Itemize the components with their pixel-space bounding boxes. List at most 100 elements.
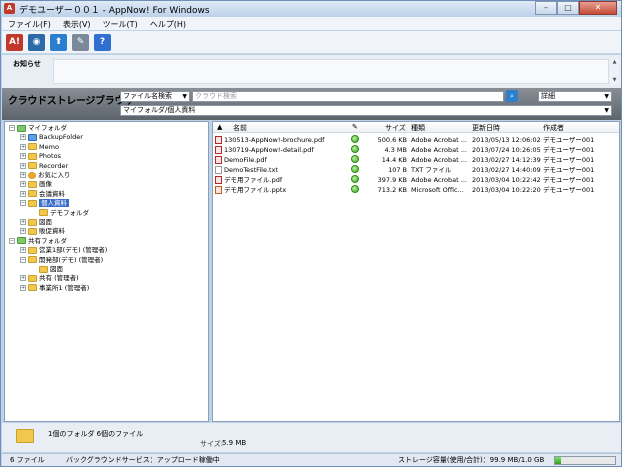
folder-icon — [28, 199, 37, 207]
expand-toggle-icon[interactable]: + — [20, 162, 26, 169]
tree-item[interactable]: + お気に入り — [20, 171, 71, 180]
tree-item-label: 会議資料 — [39, 189, 65, 198]
sync-ok-icon — [351, 165, 359, 173]
file-row[interactable]: 130719-AppNow!-detail.pdf 4.3 MB Adobe Acr… — [213, 145, 619, 155]
col-type[interactable]: 種類 — [411, 123, 425, 133]
file-name-cell: デモ用ファイル.pptx — [215, 185, 345, 195]
folder-icon — [28, 218, 37, 226]
file-row[interactable]: 130513-AppNow!-brochure.pdf 500.6 KB Adobe… — [213, 135, 619, 145]
file-type: Adobe Acrobat ... — [411, 156, 467, 164]
folder-icon — [28, 152, 37, 160]
folder-tree[interactable]: − マイフォルダ + BackupFolder + Memo + Photos + Recorde… — [4, 121, 209, 422]
tree-item-label: デモフォルダ — [50, 208, 89, 217]
maximize-button[interactable]: □ — [557, 1, 579, 15]
tree-item[interactable]: − 共有フォルダ — [9, 237, 67, 246]
path-select[interactable]: マイフォルダ/個人資料 ▼ — [120, 105, 612, 116]
tree-item[interactable]: + 共有 (管理者) — [20, 274, 79, 283]
expand-toggle-icon[interactable]: + — [20, 284, 26, 291]
tree-item[interactable]: 図面 — [31, 265, 63, 274]
tree-item[interactable]: + 営業1部(デモ) (管理者) — [20, 246, 107, 255]
arrow-up-icon[interactable]: ⬆ — [50, 34, 67, 51]
sync-ok-icon — [351, 185, 359, 193]
folder-icon — [17, 237, 26, 245]
file-list[interactable]: ▲ 名前 ✎ サイズ 種類 更新日時 作成者 130513-AppNow!-br… — [212, 121, 620, 422]
file-row[interactable]: DemoFile.pdf 14.4 KB Adobe Acrobat ... 2013… — [213, 155, 619, 165]
col-name[interactable]: 名前 — [233, 123, 247, 133]
tree-item[interactable]: + 画像 — [20, 180, 52, 189]
tree-item-label: 図面 — [50, 265, 63, 273]
tree-item[interactable]: + Photos — [20, 152, 61, 161]
expand-toggle-icon[interactable]: − — [20, 256, 26, 263]
sync-ok-icon — [351, 175, 359, 183]
info-panel: 1個のフォルダ 6個のファイル サイズ: 5.9 MB — [2, 423, 621, 452]
tools-icon[interactable]: ✎ — [72, 34, 89, 51]
search-type-select[interactable]: ファイル名検索 ▼ — [120, 91, 190, 102]
expand-toggle-icon[interactable]: + — [20, 172, 26, 178]
menu-bar: ファイル(F) 表示(V) ツール(T) ヘルプ(H) — [2, 17, 621, 30]
expand-toggle-icon[interactable]: + — [20, 143, 26, 150]
expand-toggle-icon[interactable]: + — [20, 219, 26, 225]
file-type: Adobe Acrobat ... — [411, 176, 467, 184]
tree-item[interactable]: − マイフォルダ — [9, 124, 67, 133]
file-name: デモ用ファイル.pdf — [224, 176, 283, 184]
col-size[interactable]: サイズ — [385, 123, 406, 133]
folder-icon — [16, 429, 34, 443]
search-input[interactable]: クラウド検索 — [192, 91, 504, 102]
tree-item[interactable]: + 販促資料 — [20, 227, 65, 236]
expand-toggle-icon[interactable]: + — [20, 275, 26, 282]
tree-item[interactable]: デモフォルダ — [31, 209, 89, 218]
path-value: マイフォルダ/個人資料 — [123, 106, 196, 114]
tree-item[interactable]: + 図面 — [20, 218, 52, 227]
pptx-file-icon — [215, 186, 222, 194]
sync-status-icon: ✎ — [352, 123, 358, 131]
col-modified[interactable]: 更新日時 — [472, 123, 500, 133]
toolbar: A! ◉ ⬆ ✎? — [2, 31, 621, 54]
tree-item[interactable]: + BackupFolder — [20, 133, 83, 142]
file-size: 500.6 KB — [377, 136, 407, 144]
file-type: Adobe Acrobat ... — [411, 136, 467, 144]
file-modified: 2013/07/24 10:26:05 — [472, 146, 541, 154]
file-row[interactable]: DemoTestFile.txt 107 B TXT ファイル 2013/02/27 … — [213, 165, 619, 175]
expand-toggle-icon[interactable]: − — [9, 237, 15, 244]
tree-item[interactable]: + Memo — [20, 143, 59, 152]
globe-icon[interactable]: ◉ — [28, 34, 45, 51]
list-header: ▲ 名前 ✎ サイズ 種類 更新日時 作成者 — [213, 122, 619, 133]
file-row[interactable]: デモ用ファイル.pdf 397.9 KB Adobe Acrobat ... 2013… — [213, 175, 619, 185]
file-name-cell: DemoFile.pdf — [215, 155, 345, 165]
tree-item[interactable]: + Recorder — [20, 162, 68, 171]
folder-icon — [28, 274, 37, 282]
col-creator[interactable]: 作成者 — [543, 123, 564, 133]
view-mode-select[interactable]: 詳細 ▼ — [538, 91, 612, 102]
close-button[interactable]: ✕ — [579, 1, 617, 15]
expand-toggle-icon[interactable]: + — [20, 247, 26, 254]
menu-view[interactable]: 表示(V) — [57, 17, 97, 30]
expand-toggle-icon[interactable]: + — [20, 190, 26, 197]
search-icon[interactable]: ⌕ — [506, 90, 518, 102]
expand-toggle-icon[interactable]: + — [20, 134, 26, 141]
menu-help[interactable]: ヘルプ(H) — [144, 17, 192, 30]
expand-toggle-icon[interactable]: − — [9, 125, 15, 131]
txt-file-icon — [215, 166, 222, 174]
notice-panel: お知らせ ▲ ▼ — [2, 55, 621, 88]
minimize-button[interactable]: – — [535, 1, 557, 15]
tree-item-label: 販促資料 — [39, 227, 65, 236]
chevron-down-icon: ▼ — [182, 93, 187, 100]
tree-item[interactable]: + 会議資料 — [20, 190, 65, 199]
menu-tools[interactable]: ツール(T) — [97, 17, 144, 30]
expand-toggle-icon[interactable]: + — [20, 228, 26, 235]
file-creator: デモユーザー001 — [543, 186, 595, 194]
tree-item[interactable]: − 個人資料 — [20, 199, 69, 208]
menu-file[interactable]: ファイル(F) — [2, 17, 57, 30]
file-modified: 2013/02/27 14:12:39 — [472, 156, 541, 164]
chevron-down-icon: ▼ — [604, 107, 609, 114]
expand-toggle-icon[interactable]: + — [20, 153, 26, 160]
file-row[interactable]: デモ用ファイル.pptx 713.2 KB Microsoft Offic... 20… — [213, 185, 619, 195]
tree-item[interactable]: + 事業所1 (管理者) — [20, 284, 89, 293]
expand-toggle-icon[interactable]: + — [20, 181, 26, 188]
help-icon[interactable]: ? — [94, 34, 111, 51]
notice-scrollbar[interactable]: ▲ ▼ — [610, 59, 619, 84]
expand-toggle-icon[interactable]: − — [20, 200, 26, 207]
tree-item[interactable]: − 開発部(デモ) (管理者) — [20, 256, 103, 265]
app-logo-icon[interactable]: A! — [6, 34, 23, 51]
file-type: TXT ファイル — [411, 166, 452, 174]
